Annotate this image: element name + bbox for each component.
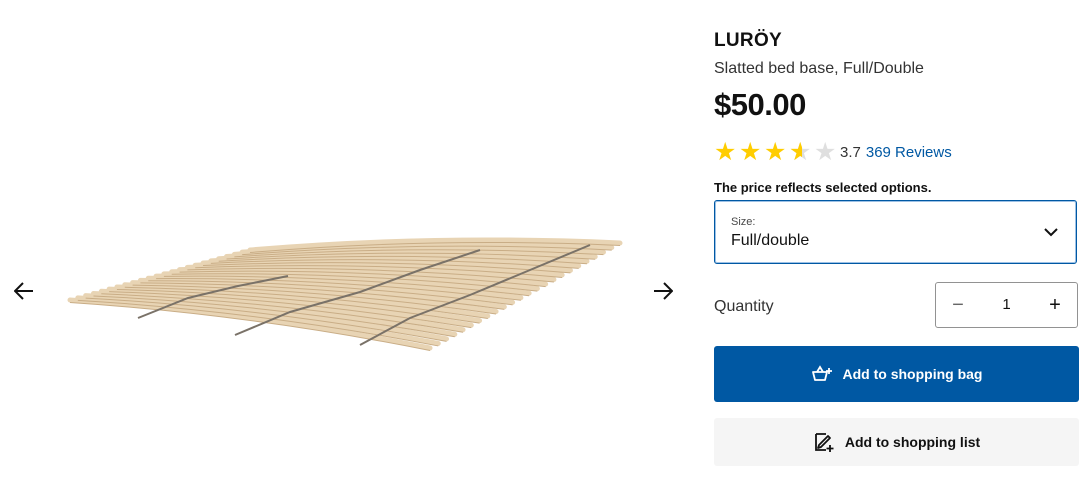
rating-stars: ★ ★ ★ ★ ★ [714, 138, 839, 166]
product-description: Slatted bed base, Full/Double [714, 60, 924, 77]
chevron-down-icon [1044, 228, 1058, 237]
size-select[interactable]: Size: Full/double [714, 200, 1077, 264]
minus-icon: − [952, 293, 964, 316]
quantity-input[interactable]: 1 [980, 296, 1033, 313]
price-note: The price reflects selected options. [714, 180, 932, 195]
add-to-bag-button[interactable]: Add to shopping bag [714, 346, 1079, 402]
plus-icon: + [1049, 293, 1061, 316]
star-icon: ★ [764, 138, 787, 166]
star-icon: ★ [714, 138, 737, 166]
size-label: Size: [731, 216, 756, 228]
product-image [67, 237, 623, 351]
add-to-list-label: Add to shopping list [844, 434, 981, 450]
quantity-stepper: − 1 + [935, 282, 1078, 328]
previous-image-button[interactable] [7, 274, 41, 308]
product-name: LURÖY [714, 30, 782, 51]
quantity-label: Quantity [714, 298, 774, 315]
decrease-quantity-button[interactable]: − [936, 283, 980, 327]
shopping-bag-icon [811, 365, 833, 383]
arrow-left-icon [14, 282, 33, 300]
increase-quantity-button[interactable]: + [1033, 283, 1077, 327]
star-icon: ★ [814, 138, 837, 166]
next-image-button[interactable] [646, 274, 680, 308]
star-icon: ★ [789, 140, 814, 166]
size-value: Full/double [731, 232, 810, 249]
reviews-link[interactable]: 369 Reviews [866, 144, 952, 161]
add-to-list-button[interactable]: Add to shopping list [714, 418, 1079, 466]
product-gallery [0, 0, 690, 486]
star-icon: ★ [739, 138, 762, 166]
product-rating: ★ ★ ★ ★ ★ 3.7 369 Reviews [714, 138, 952, 166]
add-to-bag-label: Add to shopping bag [842, 366, 983, 382]
arrow-right-icon [654, 282, 673, 300]
shopping-list-icon [813, 431, 835, 453]
rating-value: 3.7 [840, 144, 861, 161]
product-price: $50.00 [714, 87, 806, 122]
